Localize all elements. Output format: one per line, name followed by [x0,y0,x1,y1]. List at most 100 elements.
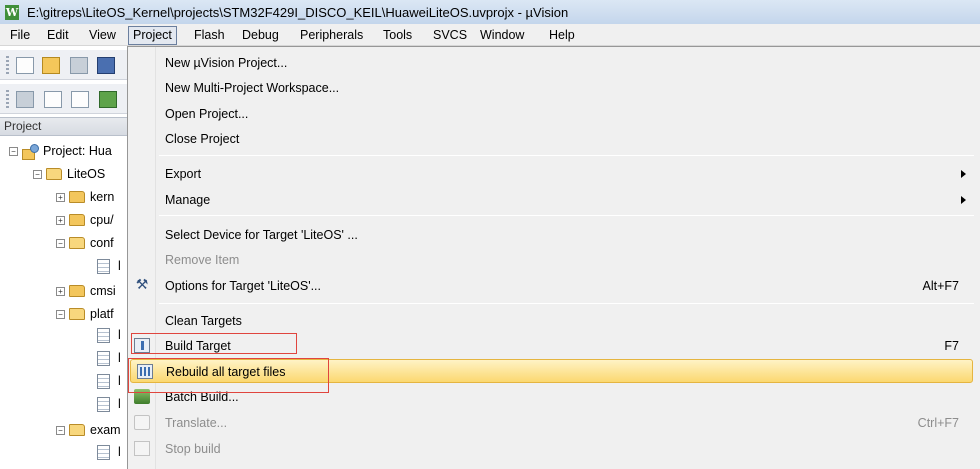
menu-peripherals[interactable]: Peripherals [296,26,367,45]
toolbar-grip[interactable] [6,56,9,75]
file-icon [97,444,110,460]
tree-node-file[interactable]: l [97,371,121,391]
menu-flash[interactable]: Flash [190,26,229,45]
menu-debug[interactable]: Debug [238,26,283,45]
title-bar: W E:\gitreps\LiteOS_Kernel\projects\STM3… [0,0,980,24]
open-file-icon[interactable] [42,57,60,74]
tree-node-file[interactable]: l [97,442,121,462]
collapse-icon[interactable]: − [56,425,65,435]
tree-node-examples[interactable]: − exam [56,420,121,440]
collapse-icon[interactable]: − [33,169,42,179]
menu-item-label: Open Project... [165,107,249,121]
menu-item-label: Manage [165,193,211,207]
tree-node-label: kern [90,190,115,204]
save-icon[interactable] [70,57,88,74]
tree-node-label: conf [90,236,114,250]
tree-node-kernel[interactable]: + kern [56,187,114,207]
menu-tools[interactable]: Tools [379,26,416,45]
tree-node-label: exam [90,423,121,437]
menu-edit[interactable]: Edit [43,26,73,45]
tree-node-project-root[interactable]: − Project: Hua [9,141,112,161]
tree-node-file[interactable]: l [97,348,121,368]
tree-node-label: l [118,445,121,459]
options-icon: ⚒ [135,277,149,293]
rebuild-icon[interactable] [71,91,89,108]
menu-window[interactable]: Window [476,26,528,45]
file-icon [97,327,110,343]
menu-shortcut: Alt+F7 [922,279,959,293]
file-icon [97,396,110,412]
menu-item-options-for-target[interactable]: ⚒ Options for Target 'LiteOS'... Alt+F7 [128,274,976,298]
tree-node-liteos[interactable]: − LiteOS [33,164,105,184]
menu-help[interactable]: Help [545,26,579,45]
tree-node-platform[interactable]: − platf [56,304,114,324]
menu-view[interactable]: View [85,26,120,45]
file-toolbar [0,50,128,80]
menu-item-new-project[interactable]: New µVision Project... [128,51,976,75]
menu-item-clean-targets[interactable]: Clean Targets [128,309,976,333]
menu-item-label: Stop build [165,442,221,456]
project-panel-header: Project [0,117,128,136]
tree-node-label: l [118,259,121,273]
tree-node-file[interactable]: l [97,256,121,276]
menu-item-translate[interactable]: Translate... Ctrl+F7 [128,411,976,435]
annotation-box-build-target [131,333,297,354]
translate-icon [134,415,150,430]
menu-item-export[interactable]: Export [128,162,976,186]
menu-item-stop-build[interactable]: Stop build [128,437,976,461]
open-folder-icon [69,308,85,320]
tree-node-cpu[interactable]: + cpu/ [56,210,114,230]
menu-item-label: Translate... [165,416,228,430]
menu-separator [159,215,974,216]
menu-item-manage[interactable]: Manage [128,188,976,212]
menu-shortcut: F7 [944,339,959,353]
tree-node-file[interactable]: l [97,325,121,345]
menu-item-label: New Multi-Project Workspace... [165,81,340,95]
folder-icon [69,214,85,226]
menu-file[interactable]: File [6,26,34,45]
expand-icon[interactable]: + [56,192,65,202]
menu-bar: File Edit View Project Flash Debug Perip… [0,24,980,46]
submenu-arrow-icon [961,196,966,204]
menu-item-remove-item[interactable]: Remove Item [128,248,976,272]
save-all-icon[interactable] [97,57,115,74]
tree-node-label: Project: Hua [43,144,112,158]
batch-build-icon[interactable] [99,91,117,108]
file-icon [97,258,110,274]
build-icon[interactable] [44,91,62,108]
expand-icon[interactable]: + [56,286,65,296]
tree-node-label: cpu/ [90,213,114,227]
menu-item-select-device[interactable]: Select Device for Target 'LiteOS' ... [128,223,976,247]
menu-item-label: New µVision Project... [165,56,288,70]
expand-icon[interactable]: + [56,215,65,225]
tree-node-label: l [118,397,121,411]
translate-icon[interactable] [16,91,34,108]
tree-node-config[interactable]: − conf [56,233,114,253]
build-toolbar [0,84,128,114]
file-icon [97,350,110,366]
new-file-icon[interactable] [16,57,34,74]
menu-separator [159,155,974,156]
menu-item-label: Close Project [165,132,240,146]
menu-item-new-workspace[interactable]: New Multi-Project Workspace... [128,76,976,100]
menu-item-label: Remove Item [165,253,240,267]
tree-node-file[interactable]: l [97,394,121,414]
file-icon [97,373,110,389]
menu-svcs[interactable]: SVCS [429,26,471,45]
tree-node-label: LiteOS [67,167,106,181]
project-menu-dropdown: New µVision Project... New Multi-Project… [127,46,980,469]
menu-item-close-project[interactable]: Close Project [128,127,976,151]
menu-project[interactable]: Project [128,26,177,45]
tree-node-label: cmsi [90,284,116,298]
menu-item-label: Select Device for Target 'LiteOS' ... [165,228,358,242]
collapse-icon[interactable]: − [9,146,18,156]
collapse-icon[interactable]: − [56,309,65,319]
folder-icon [69,285,85,297]
tree-node-cmsis[interactable]: + cmsi [56,281,116,301]
toolbar-grip[interactable] [6,90,9,109]
project-tree: − Project: Hua − LiteOS + kern + cpu/ − … [0,137,128,469]
collapse-icon[interactable]: − [56,238,65,248]
folder-icon [69,191,85,203]
menu-item-open-project[interactable]: Open Project... [128,102,976,126]
annotation-box-rebuild-all [128,358,329,393]
